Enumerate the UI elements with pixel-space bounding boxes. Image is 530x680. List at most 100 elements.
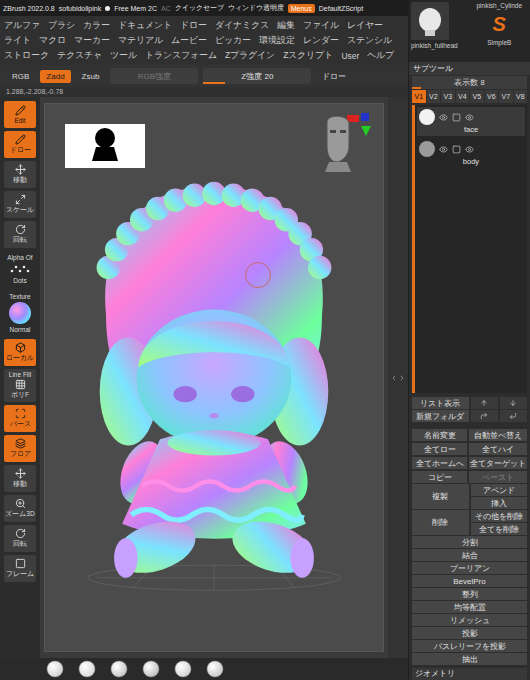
draw-button[interactable]: ドロー: [316, 69, 352, 84]
brush-sphere-icon[interactable]: [142, 660, 160, 678]
view-button[interactable]: 回転: [4, 525, 36, 552]
menu-item[interactable]: テクスチャ: [57, 50, 102, 62]
subtool-row[interactable]: body: [417, 139, 525, 168]
texture-group[interactable]: TextureNormal: [9, 290, 31, 336]
menu-item[interactable]: カラー: [83, 20, 110, 32]
menu-item[interactable]: アルファ: [4, 20, 40, 32]
subtool-header[interactable]: サブツール: [409, 62, 530, 75]
subtool-button[interactable]: 自動並べ替え: [469, 429, 527, 441]
subtool-button[interactable]: 名前変更: [412, 429, 467, 441]
brush-sphere-icon[interactable]: [174, 660, 192, 678]
action-button[interactable]: 結合: [412, 549, 527, 561]
menu-item[interactable]: Zスクリプト: [283, 50, 333, 62]
tool-thumbnail[interactable]: pinkish_CylindeSSimpleB: [471, 2, 529, 62]
section-header[interactable]: ジオメトリ: [412, 668, 527, 680]
solo-eye-icon[interactable]: [465, 145, 474, 154]
view-button[interactable]: パース: [4, 405, 36, 432]
group-main-button[interactable]: 削除: [412, 510, 469, 535]
shelf-button[interactable]: 移動: [4, 161, 36, 188]
material-swatch[interactable]: [9, 302, 31, 324]
subtool-button[interactable]: 全てホームへ: [412, 457, 467, 469]
subtool-row[interactable]: face: [417, 107, 525, 136]
view-button[interactable]: フロア: [4, 435, 36, 462]
menu-item[interactable]: ヘルプ: [367, 50, 394, 62]
menu-item[interactable]: レンダー: [303, 35, 339, 47]
move-down-button[interactable]: [500, 397, 527, 409]
action-button[interactable]: 分割: [412, 536, 527, 548]
menu-item[interactable]: ピッカー: [215, 35, 251, 47]
solo-eye-icon[interactable]: [465, 113, 474, 122]
version-tab[interactable]: V5: [470, 90, 484, 103]
subtool-button[interactable]: コピー: [412, 471, 467, 483]
shelf-button[interactable]: スケール: [4, 191, 36, 218]
version-tab[interactable]: V4: [456, 90, 470, 103]
brush-sphere-icon[interactable]: [46, 660, 64, 678]
toolbar-slider[interactable]: RGB強度: [110, 68, 198, 84]
action-button[interactable]: BevelPro: [412, 575, 527, 587]
list-view-button[interactable]: リスト表示: [412, 397, 469, 409]
subtool-button[interactable]: 全てロー: [412, 443, 467, 455]
menu-item[interactable]: ブラシ: [48, 20, 75, 32]
navigator-thumbnail[interactable]: [65, 124, 145, 168]
menu-item[interactable]: ドロー: [180, 20, 207, 32]
version-tab[interactable]: V3: [441, 90, 455, 103]
version-tab[interactable]: V2: [427, 90, 441, 103]
collapse-left-icon[interactable]: [390, 374, 398, 382]
alpha-group[interactable]: Alpha OfDots: [7, 251, 32, 287]
menu-item[interactable]: ダイナミクス: [215, 20, 269, 32]
canvas[interactable]: [44, 103, 384, 652]
menu-item[interactable]: ステンシル: [347, 35, 392, 47]
menu-item[interactable]: 編集: [277, 20, 295, 32]
menu-item[interactable]: ツール: [110, 50, 137, 62]
eye-icon[interactable]: [439, 113, 448, 122]
folder-in-button[interactable]: [471, 410, 498, 422]
mode-button[interactable]: Zadd: [40, 70, 70, 83]
tool-thumbnail[interactable]: pinkish_fullhead: [411, 2, 469, 62]
view-button[interactable]: ズーム3D: [4, 495, 36, 522]
panel-divider[interactable]: [388, 97, 408, 658]
new-folder-button[interactable]: 新規フォルダ: [412, 410, 469, 422]
script-name[interactable]: DefaultZScript: [319, 5, 363, 12]
subtool-button[interactable]: ペースト: [469, 471, 527, 483]
toolbar-slider[interactable]: Z強度 20: [203, 68, 311, 84]
polypaint-icon[interactable]: [452, 113, 461, 122]
polypaint-icon[interactable]: [452, 145, 461, 154]
mode-button[interactable]: RGB: [6, 70, 35, 83]
brush-sphere-icon[interactable]: [78, 660, 96, 678]
eye-icon[interactable]: [439, 145, 448, 154]
action-button[interactable]: バスレリーフを投影: [412, 640, 527, 652]
group-option-button[interactable]: 挿入: [471, 497, 528, 509]
menu-item[interactable]: ストローク: [4, 50, 49, 62]
version-tab[interactable]: V7: [499, 90, 513, 103]
group-main-button[interactable]: 複製: [412, 484, 469, 509]
view-button[interactable]: フレーム: [4, 555, 36, 582]
mode-button[interactable]: Zsub: [76, 70, 106, 83]
view-button[interactable]: Line FillポリF: [4, 369, 36, 402]
move-up-button[interactable]: [471, 397, 498, 409]
group-option-button[interactable]: 全てを削除: [471, 523, 528, 535]
action-button[interactable]: 抽出: [412, 653, 527, 665]
action-button[interactable]: 投影: [412, 627, 527, 639]
menus-toggle[interactable]: Menus: [288, 4, 315, 13]
view-button[interactable]: ローカル: [4, 339, 36, 366]
title-button[interactable]: クイックセーブ: [175, 3, 224, 13]
menu-item[interactable]: User: [341, 51, 359, 61]
action-button[interactable]: 均等配置: [412, 601, 527, 613]
menu-item[interactable]: マテリアル: [118, 35, 163, 47]
menu-item[interactable]: トランスフォーム: [145, 50, 217, 62]
action-button[interactable]: ブーリアン: [412, 562, 527, 574]
orientation-gizmo[interactable]: [317, 112, 377, 174]
brush-sphere-icon[interactable]: [206, 660, 224, 678]
shelf-button[interactable]: ドロー: [4, 131, 36, 158]
action-button[interactable]: リメッシュ: [412, 614, 527, 626]
menu-item[interactable]: マーカー: [74, 35, 110, 47]
menu-item[interactable]: ドキュメント: [118, 20, 172, 32]
version-tab[interactable]: V1: [412, 90, 426, 103]
title-button[interactable]: ウィンドウ透明度: [228, 3, 284, 13]
shelf-button[interactable]: 回転: [4, 221, 36, 248]
action-button[interactable]: 整列: [412, 588, 527, 600]
version-tab[interactable]: V6: [485, 90, 499, 103]
version-tab[interactable]: V8: [514, 90, 528, 103]
subtool-button[interactable]: 全てハイ: [469, 443, 527, 455]
view-button[interactable]: 移動: [4, 465, 36, 492]
